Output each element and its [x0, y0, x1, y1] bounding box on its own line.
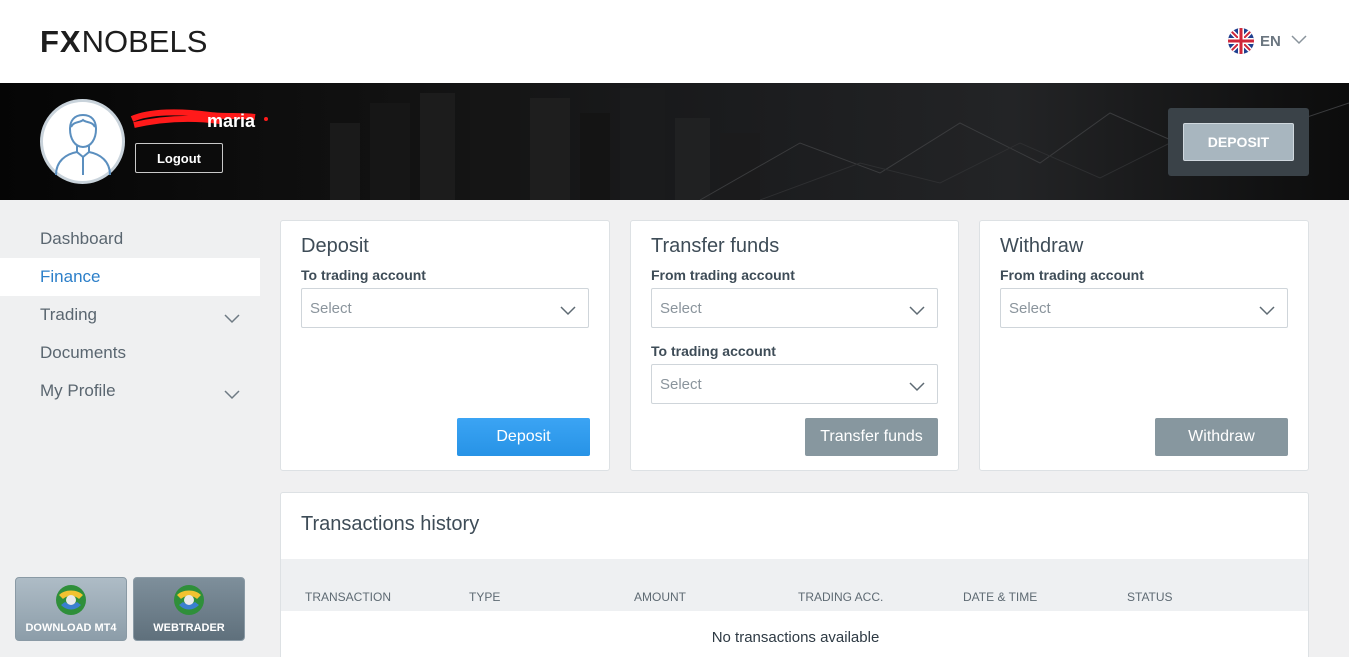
language-code: EN — [1260, 32, 1281, 50]
select-value: Select — [1009, 299, 1051, 317]
transfer-card-title: Transfer funds — [651, 235, 780, 257]
header-deposit-button[interactable]: DEPOSIT — [1183, 123, 1294, 161]
select-value: Select — [660, 299, 702, 317]
chevron-down-icon — [1291, 32, 1307, 50]
withdraw-card: Withdraw From trading account Select Wit… — [979, 220, 1309, 471]
column-header-date-time[interactable]: DATE & TIME — [963, 590, 1037, 604]
select-value: Select — [660, 375, 702, 393]
sidebar-item-label: Trading — [40, 305, 98, 324]
metatrader-icon — [171, 583, 207, 620]
withdraw-account-select[interactable]: Select — [1000, 288, 1288, 328]
account-header-banner: maria Logout DEPOSIT — [0, 83, 1349, 200]
sidebar-item-my-profile[interactable]: My Profile — [0, 372, 260, 410]
logo-bold-text: FX — [40, 24, 82, 59]
chevron-down-icon — [224, 385, 240, 405]
from-trading-account-label: From trading account — [651, 267, 795, 283]
column-header-trading-acc[interactable]: TRADING ACC. — [798, 590, 883, 604]
deposit-button[interactable]: Deposit — [457, 418, 590, 456]
transfer-from-account-select[interactable]: Select — [651, 288, 938, 328]
withdraw-card-title: Withdraw — [1000, 235, 1084, 257]
column-header-type[interactable]: TYPE — [469, 590, 500, 604]
webtrader-button[interactable]: WEBTRADER — [133, 577, 245, 641]
chevron-down-icon — [560, 303, 576, 320]
transfer-funds-card: Transfer funds From trading account Sele… — [630, 220, 959, 471]
deposit-card: Deposit To trading account Select Deposi… — [280, 220, 610, 471]
chevron-down-icon — [909, 379, 925, 396]
transfer-to-account-select[interactable]: Select — [651, 364, 938, 404]
column-header-amount[interactable]: AMOUNT — [634, 590, 686, 604]
sidebar-item-documents[interactable]: Documents — [0, 334, 260, 372]
user-silhouette-icon — [54, 113, 111, 175]
chevron-down-icon — [909, 303, 925, 320]
metatrader-icon — [53, 583, 89, 620]
to-trading-account-label: To trading account — [301, 267, 426, 283]
sidebar: Dashboard Finance Trading Documents My P… — [0, 200, 260, 657]
sidebar-item-dashboard[interactable]: Dashboard — [0, 220, 260, 258]
username: maria — [207, 111, 256, 131]
logo-light-text: NOBELS — [81, 24, 208, 59]
column-header-transaction[interactable]: TRANSACTION — [305, 590, 391, 604]
user-avatar[interactable] — [40, 99, 125, 184]
webtrader-label: WEBTRADER — [153, 622, 225, 634]
sidebar-item-trading[interactable]: Trading — [0, 296, 260, 334]
from-trading-account-label: From trading account — [1000, 267, 1144, 283]
download-mt4-label: DOWNLOAD MT4 — [25, 622, 117, 634]
download-mt4-button[interactable]: DOWNLOAD MT4 — [15, 577, 127, 641]
deposit-account-select[interactable]: Select — [301, 288, 589, 328]
chevron-down-icon — [224, 309, 240, 329]
sidebar-item-label: Finance — [40, 267, 101, 286]
transactions-history-panel: Transactions history TRANSACTION TYPE AM… — [280, 492, 1309, 657]
sidebar-item-label: My Profile — [40, 381, 116, 400]
chevron-down-icon — [1259, 303, 1275, 320]
withdraw-button[interactable]: Withdraw — [1155, 418, 1288, 456]
sidebar-item-label: Documents — [40, 343, 126, 362]
deposit-cta-frame: DEPOSIT — [1168, 108, 1309, 176]
logout-button[interactable]: Logout — [135, 143, 223, 173]
deposit-card-title: Deposit — [301, 235, 369, 257]
brand-logo[interactable]: FXNOBELS — [40, 24, 207, 60]
empty-transactions-message: No transactions available — [711, 629, 880, 646]
column-header-status[interactable]: STATUS — [1127, 590, 1173, 604]
language-selector[interactable]: EN — [1228, 28, 1307, 54]
select-value: Select — [310, 299, 352, 317]
sidebar-item-label: Dashboard — [40, 229, 124, 248]
transfer-funds-button[interactable]: Transfer funds — [805, 418, 938, 456]
to-trading-account-label: To trading account — [651, 343, 776, 359]
transactions-title: Transactions history — [301, 513, 480, 535]
top-bar: FXNOBELS EN — [0, 0, 1349, 83]
transactions-table-header: TRANSACTION TYPE AMOUNT TRADING ACC. DAT… — [281, 559, 1308, 611]
sidebar-item-finance[interactable]: Finance — [0, 258, 260, 296]
city-background-graphic — [330, 83, 1349, 200]
uk-flag-icon — [1228, 28, 1254, 54]
